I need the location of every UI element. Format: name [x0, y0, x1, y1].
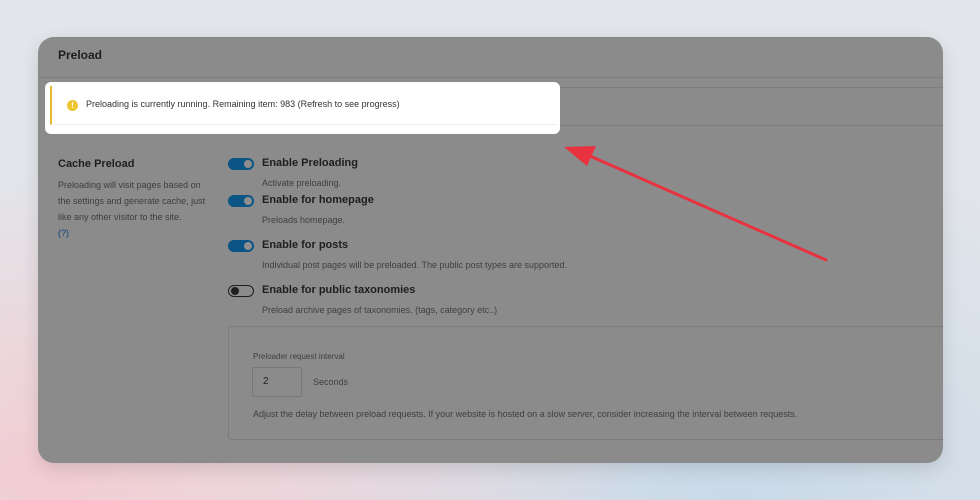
annotation-arrow-icon — [564, 146, 828, 262]
